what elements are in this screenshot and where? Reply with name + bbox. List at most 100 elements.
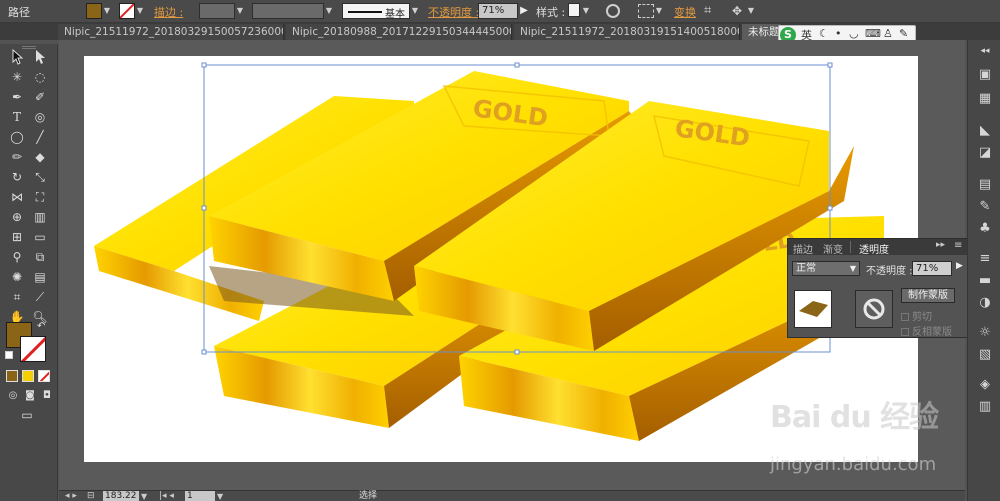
stroke-weight-field[interactable] (199, 3, 235, 19)
collapse-icon[interactable]: ▸▸ (936, 240, 945, 250)
artboard-nav-icon[interactable]: ◂ ▸ (65, 491, 77, 501)
type-tool-icon[interactable]: T (8, 108, 26, 126)
keyboard-icon[interactable]: ⌨ (865, 27, 881, 40)
wrench-icon[interactable]: ✎ (899, 27, 908, 40)
fill-dropdown-icon[interactable]: ▼ (102, 3, 112, 19)
document-tab-1[interactable]: Nipic_21511972_20180329150057236000.ai*× (58, 24, 284, 40)
blend-mode-select[interactable]: 正常 ▼ (792, 261, 860, 276)
isolate-icon[interactable]: ⌗ (704, 4, 718, 18)
panel-menu-icon[interactable]: ≡ (954, 240, 962, 251)
variable-width-field[interactable] (252, 3, 324, 19)
blend-tool-icon[interactable]: ⧉ (31, 248, 49, 266)
first-artboard-icon[interactable]: |◂ ◂ (159, 491, 174, 501)
opacity-input[interactable]: 71% (912, 261, 952, 276)
stroke-panel-icon[interactable]: ≡ (976, 250, 994, 268)
brushes-panel-icon[interactable]: ✎ (976, 198, 994, 216)
variable-width-dropdown-icon[interactable]: ▼ (324, 3, 334, 19)
slice-tool-icon[interactable]: ⟋ (31, 288, 49, 306)
status-mode[interactable]: 选择 (359, 491, 377, 501)
artboard-number-input[interactable]: 1 (185, 491, 215, 501)
style-dropdown-icon[interactable]: ▼ (581, 3, 591, 19)
artboard-dropdown-icon[interactable]: ▼ (217, 491, 223, 501)
swatches-panel-icon[interactable]: ▤ (976, 176, 994, 194)
transparency-panel-icon[interactable]: ◑ (976, 294, 994, 312)
graphic-style-swatch[interactable] (568, 3, 580, 17)
transform-link[interactable]: 变换 (674, 4, 696, 20)
lasso-tool-icon[interactable]: ◌ (31, 68, 49, 86)
recolor-artwork-icon[interactable] (606, 4, 620, 18)
direct-selection-tool-icon[interactable] (31, 48, 49, 66)
document-tab-3[interactable]: Nipic_21511972_20180319151400518000.ai*× (514, 24, 740, 40)
mesh-tool-icon[interactable]: ⊞ (8, 228, 26, 246)
width-tool-icon[interactable]: ⋈ (8, 188, 26, 206)
dot-icon[interactable]: • (835, 27, 842, 40)
color-guide-panel-icon[interactable]: ◣ (976, 122, 994, 140)
make-mask-button[interactable]: 制作蒙版 (901, 288, 955, 303)
gradient-tool-icon[interactable]: ▭ (31, 228, 49, 246)
mask-thumbnail[interactable] (855, 290, 893, 328)
object-thumbnail[interactable] (794, 290, 832, 328)
graphic-styles-panel-icon[interactable]: ▧ (976, 346, 994, 364)
opacity-expand-icon[interactable]: ▶ (519, 3, 529, 19)
dock-expand-icon[interactable]: ◂◂ (976, 42, 994, 60)
opacity-label[interactable]: 不透明度 : (428, 4, 479, 20)
none-mode-icon[interactable] (38, 370, 50, 382)
brush-style-field[interactable]: 基本 (342, 3, 410, 20)
select-similar-dropdown-icon[interactable]: ▼ (746, 3, 756, 19)
align-panel-icon[interactable]: ▥ (976, 398, 994, 416)
symbol-sprayer-tool-icon[interactable]: ✺ (8, 268, 26, 286)
punctuation-icon[interactable]: ◡ (849, 27, 859, 40)
stroke-swatch[interactable] (119, 3, 135, 19)
zoom-input[interactable]: 183.22 (103, 491, 139, 501)
align-dropdown-icon[interactable]: ▼ (654, 3, 664, 19)
pen-tool-icon[interactable]: ✒ (8, 88, 26, 106)
free-transform-tool-icon[interactable]: ⛶ (31, 188, 49, 206)
opacity-expand-icon[interactable]: ▶ (956, 261, 963, 271)
default-colors-icon[interactable] (5, 351, 13, 359)
stroke-color-box[interactable] (20, 336, 46, 362)
opacity-input[interactable]: 71% (478, 3, 518, 19)
paintbrush-tool-icon[interactable]: ╱ (31, 128, 49, 146)
moon-icon[interactable]: ☾ (819, 27, 829, 40)
artboards-panel-icon[interactable]: ▣ (976, 66, 994, 84)
spiral-tool-icon[interactable]: ◎ (31, 108, 49, 126)
color-panel-icon[interactable]: ◪ (976, 144, 994, 162)
tab-stroke[interactable]: 描边 (793, 241, 813, 256)
column-graph-tool-icon[interactable]: ▤ (31, 268, 49, 286)
draw-inside-icon[interactable]: ◘ (38, 387, 56, 405)
stroke-weight-dropdown-icon[interactable]: ▼ (235, 3, 245, 19)
swap-fill-stroke-icon[interactable]: ↶ (37, 321, 45, 332)
select-similar-icon[interactable]: ✥ (732, 4, 746, 18)
appearance-panel-icon[interactable]: ☼ (976, 324, 994, 342)
document-tab-active[interactable]: 未标题 (742, 24, 782, 40)
pencil-tool-icon[interactable]: ✏ (8, 148, 26, 166)
document-tab-2[interactable]: Nipic_20180988_20171229150344445000.ai*× (286, 24, 512, 40)
clip-checkbox[interactable]: 剪切 (901, 308, 963, 323)
brush-dropdown-icon[interactable]: ▼ (410, 3, 420, 19)
layers-stack-icon[interactable]: ◈ (976, 376, 994, 394)
fill-swatch[interactable] (86, 3, 102, 19)
tab-gradient[interactable]: 渐变 (823, 241, 843, 256)
align-icon[interactable] (638, 4, 654, 18)
user-icon[interactable]: ♙ (883, 27, 893, 40)
zoom-out-icon[interactable]: ⊟ (87, 491, 95, 501)
zoom-dropdown-icon[interactable]: ▼ (141, 491, 147, 501)
gradient-mode-icon[interactable] (22, 370, 34, 382)
color-mode-icon[interactable] (6, 370, 18, 382)
stroke-label[interactable]: 描边 : (154, 4, 183, 20)
draw-behind-icon[interactable]: ◙ (21, 387, 39, 405)
ellipse-tool-icon[interactable]: ◯ (8, 128, 26, 146)
artboard-tool-icon[interactable]: ⌗ (8, 288, 26, 306)
selection-tool-icon[interactable] (8, 48, 26, 66)
scale-tool-icon[interactable]: ⤡ (31, 168, 49, 186)
curvature-tool-icon[interactable]: ✐ (31, 88, 49, 106)
invert-mask-checkbox[interactable]: 反相蒙版 (901, 323, 963, 338)
magic-wand-tool-icon[interactable]: ✳ (8, 68, 26, 86)
gradient-panel-icon[interactable]: ▬ (976, 272, 994, 290)
shape-builder-tool-icon[interactable]: ⊕ (8, 208, 26, 226)
draw-normal-icon[interactable]: ◎ (4, 387, 22, 405)
layers-panel-icon[interactable]: ▦ (976, 90, 994, 108)
perspective-grid-tool-icon[interactable]: ▥ (31, 208, 49, 226)
symbols-panel-icon[interactable]: ♣ (976, 220, 994, 238)
rotate-tool-icon[interactable]: ↻ (8, 168, 26, 186)
